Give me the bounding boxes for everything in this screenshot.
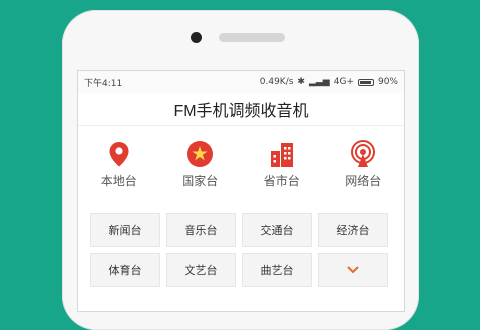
location-pin-icon — [109, 142, 129, 167]
expand-button[interactable] — [318, 253, 388, 287]
station-news[interactable]: 新闻台 — [90, 213, 160, 247]
station-sports[interactable]: 体育台 — [90, 253, 160, 287]
signal-icon: ▂▃▅ — [308, 77, 330, 87]
status-bar: 下午4:11 0.49K/s ✱ ▂▃▅ 4G+ 90% — [78, 71, 404, 93]
broadcast-icon — [351, 140, 376, 167]
category-row: 本地台 国家台 省市台 网络台 — [78, 126, 404, 202]
front-camera — [191, 32, 202, 43]
category-label: 网络台 — [345, 174, 382, 188]
station-traffic[interactable]: 交通台 — [242, 213, 312, 247]
category-national[interactable]: 国家台 — [165, 140, 235, 202]
category-label: 省市台 — [263, 174, 300, 188]
chevron-down-icon — [347, 266, 359, 274]
station-music[interactable]: 音乐台 — [166, 213, 236, 247]
battery-level: 90% — [377, 77, 398, 87]
category-provincial[interactable]: 省市台 — [247, 140, 317, 202]
page-title: FM手机调频收音机 — [78, 93, 404, 126]
network-speed: 0.49K/s — [259, 77, 294, 87]
category-local[interactable]: 本地台 — [84, 140, 154, 202]
station-arts[interactable]: 文艺台 — [166, 253, 236, 287]
network-type: 4G+ — [333, 77, 354, 87]
phone-screen: 下午4:11 0.49K/s ✱ ▂▃▅ 4G+ 90% FM手机调频收音机 本… — [77, 70, 405, 312]
station-grid: 新闻台 音乐台 交通台 经济台 体育台 文艺台 曲艺台 — [90, 213, 388, 287]
category-label: 国家台 — [182, 174, 219, 188]
category-online[interactable]: 网络台 — [328, 140, 398, 202]
buildings-icon — [270, 143, 293, 167]
station-economy[interactable]: 经济台 — [318, 213, 388, 247]
category-label: 本地台 — [100, 174, 137, 188]
bluetooth-icon: ✱ — [297, 77, 305, 87]
status-time: 下午4:11 — [84, 78, 123, 89]
station-opera[interactable]: 曲艺台 — [242, 253, 312, 287]
china-flag-icon — [187, 141, 214, 167]
battery-icon — [357, 78, 374, 86]
earpiece — [219, 33, 285, 42]
